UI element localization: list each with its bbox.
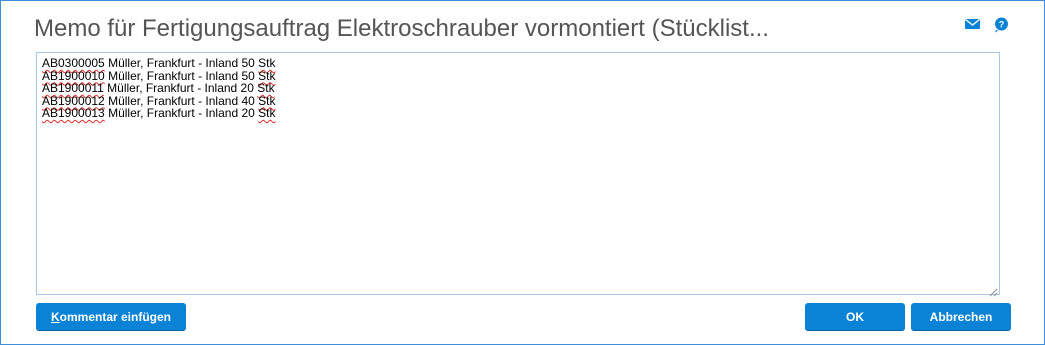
header-icons: ? [964, 16, 1010, 33]
memo-textarea[interactable]: AB0300005 Müller, Frankfurt - Inland 50 … [36, 52, 1000, 297]
ok-button[interactable]: OK [805, 303, 905, 330]
comment-button-label: ommentar einfügen [59, 309, 172, 324]
svg-text:?: ? [999, 20, 1005, 30]
memo-line-text: Müller, Frankfurt - Inland 20 [104, 106, 259, 120]
dialog-title: Memo für Fertigungsauftrag Elektroschrau… [34, 15, 769, 42]
order-code: AB1900013 [42, 106, 105, 120]
help-icon[interactable]: ? [993, 16, 1010, 33]
comment-button-mnemonic: K [50, 309, 60, 324]
cancel-button[interactable]: Abbrechen [911, 303, 1011, 330]
insert-comment-button[interactable]: Kommentar einfügen [36, 303, 186, 330]
unit-label: Stk [258, 106, 276, 120]
mail-icon[interactable] [964, 16, 981, 31]
resize-grip-icon[interactable] [989, 284, 998, 297]
memo-line: AB1900013 Müller, Frankfurt - Inland 20 … [42, 107, 275, 120]
memo-dialog: Memo für Fertigungsauftrag Elektroschrau… [0, 0, 1045, 345]
memo-lines: AB0300005 Müller, Frankfurt - Inland 50 … [42, 57, 275, 120]
